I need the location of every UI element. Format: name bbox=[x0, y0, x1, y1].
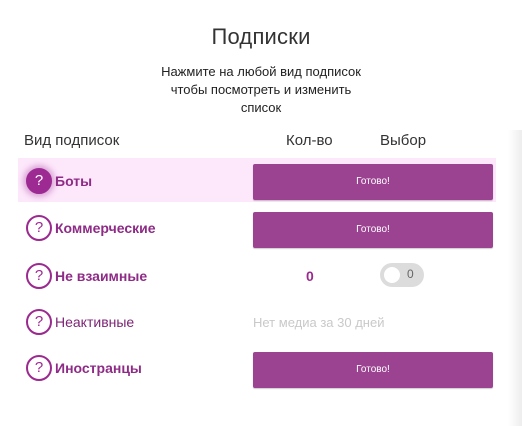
column-header-count: Кол-во bbox=[286, 132, 333, 149]
question-circle-icon[interactable]: ? bbox=[26, 168, 52, 194]
page-title: Подписки bbox=[211, 24, 311, 49]
row-foreigners: ? Иностранцы Готово! bbox=[18, 352, 496, 396]
subtitle-line-1: Нажмите на любой вид подписок bbox=[161, 64, 361, 79]
question-circle-icon[interactable]: ? bbox=[26, 215, 52, 241]
row-label-non-mutual[interactable]: Не взаимные bbox=[55, 268, 147, 284]
ready-button-commercial[interactable]: Готово! bbox=[253, 212, 493, 248]
toggle-non-mutual[interactable]: 0 bbox=[380, 263, 424, 287]
question-circle-icon[interactable]: ? bbox=[26, 263, 52, 289]
column-header-type: Вид подписок bbox=[24, 132, 120, 149]
subtitle-line-3: список bbox=[240, 100, 282, 115]
count-non-mutual: 0 bbox=[306, 268, 314, 284]
row-bots: ? Боты Готово! bbox=[18, 158, 496, 202]
question-circle-icon[interactable]: ? bbox=[26, 309, 52, 335]
subtitle-line-2: чтобы посмотреть и изменить bbox=[170, 82, 352, 97]
row-label-foreigners[interactable]: Иностранцы bbox=[55, 360, 142, 376]
row-label-bots[interactable]: Боты bbox=[55, 173, 92, 189]
no-media-note: Нет медиа за 30 дней bbox=[253, 315, 385, 330]
row-inactive: ? Неактивные Нет медиа за 30 дней bbox=[18, 304, 496, 348]
toggle-value: 0 bbox=[407, 267, 414, 281]
column-header-choice: Выбор bbox=[380, 132, 427, 149]
ready-button-foreigners[interactable]: Готово! bbox=[253, 352, 493, 388]
row-label-inactive[interactable]: Неактивные bbox=[55, 314, 134, 330]
row-label-commercial[interactable]: Коммерческие bbox=[55, 220, 156, 236]
toggle-knob bbox=[384, 267, 400, 283]
panel-edge-shadow bbox=[508, 130, 522, 426]
row-commercial: ? Коммерческие Готово! bbox=[18, 212, 496, 256]
question-circle-icon[interactable]: ? bbox=[26, 355, 52, 381]
row-non-mutual: ? Не взаимные 0 0 bbox=[18, 258, 496, 302]
ready-button-bots[interactable]: Готово! bbox=[253, 164, 493, 200]
page-subtitle: Нажмите на любой вид подписок чтобы посм… bbox=[153, 63, 369, 117]
